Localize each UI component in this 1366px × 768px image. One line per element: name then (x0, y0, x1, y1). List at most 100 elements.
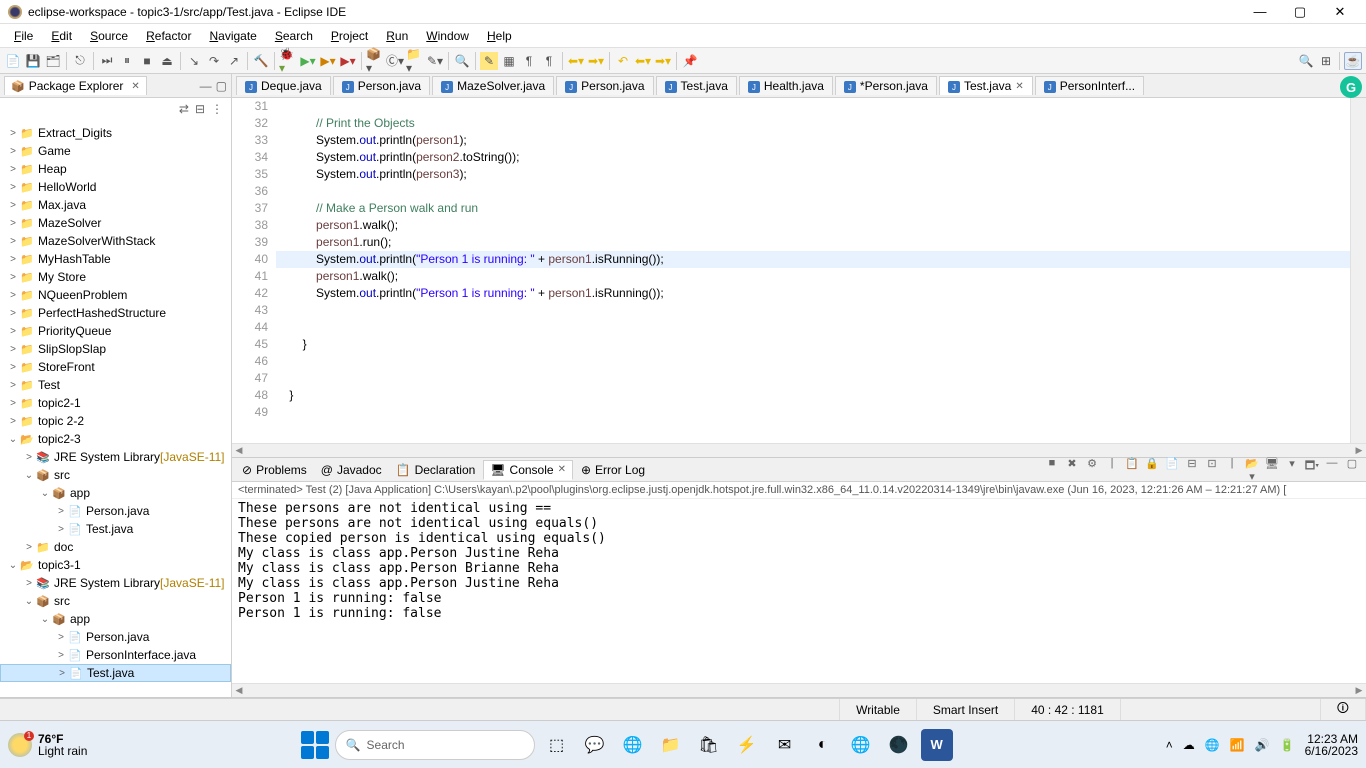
editor-tab[interactable]: Test.java (656, 76, 737, 96)
console-toolbar-button[interactable]: ⊟ (1184, 457, 1200, 483)
tree-item[interactable]: >Person.java (0, 502, 231, 520)
tree-item[interactable]: >topic 2-2 (0, 412, 231, 430)
tree-item[interactable]: >SlipSlopSlap (0, 340, 231, 358)
status-notification-icon[interactable]: 🛈 (1321, 699, 1366, 720)
editor-tab[interactable]: Person.java (333, 76, 430, 96)
link-editor-button[interactable]: ⊟ (195, 102, 205, 116)
language-icon[interactable]: 🌐 (1205, 738, 1220, 752)
volume-icon[interactable]: 🔊 (1255, 738, 1270, 752)
store-button[interactable]: 🛍 (693, 729, 725, 761)
save-all-button[interactable]: 🗂 (44, 52, 62, 70)
app-button-2[interactable]: ◐ (807, 729, 839, 761)
new-folder-button[interactable]: 📁▾ (406, 52, 424, 70)
skip-button[interactable]: ⏭ (98, 52, 116, 70)
editor-body[interactable]: 31323334353637383940414243444546474849 /… (232, 98, 1366, 443)
menu-run[interactable]: Run (378, 27, 416, 45)
new-package-button[interactable]: 📦▾ (366, 52, 384, 70)
tree-item[interactable]: >Test (0, 376, 231, 394)
tree-item[interactable]: >PersonInterface.java (0, 646, 231, 664)
pin-button[interactable]: ¶ (540, 52, 558, 70)
console-toolbar-button[interactable]: ✖ (1064, 457, 1080, 483)
console-toolbar-button[interactable]: ⚙ (1084, 457, 1100, 483)
tree-item[interactable]: >Heap (0, 160, 231, 178)
new-button[interactable]: 📄 (4, 52, 22, 70)
tree-item[interactable]: >topic2-1 (0, 394, 231, 412)
toggle-mark-button[interactable]: ✎ (480, 52, 498, 70)
tree-item[interactable]: >MazeSolver (0, 214, 231, 232)
tree-item[interactable]: ⌄topic3-1 (0, 556, 231, 574)
run-button[interactable]: ▶▾ (299, 52, 317, 70)
package-explorer-tab[interactable]: 📦 Package Explorer ✕ (4, 76, 147, 95)
step-over-button[interactable]: ↷ (205, 52, 223, 70)
tree-item[interactable]: ⌄src (0, 592, 231, 610)
menu-project[interactable]: Project (323, 27, 376, 45)
tree-item[interactable]: >JRE System Library [JavaSE-11] (0, 448, 231, 466)
tree-item[interactable]: >NQueenProblem (0, 286, 231, 304)
start-button[interactable] (301, 731, 329, 759)
tree-item[interactable]: ⌄app (0, 610, 231, 628)
tree-item[interactable]: ⌄src (0, 466, 231, 484)
toggle-block-button[interactable]: ▦ (500, 52, 518, 70)
console-toolbar-button[interactable]: 🖥 (1264, 457, 1280, 483)
view-menu-button[interactable]: ⋮ (211, 102, 223, 116)
console-toolbar-button[interactable]: ▾ (1284, 457, 1300, 483)
stop-button[interactable]: ■ (138, 52, 156, 70)
app-button-1[interactable]: ⚡ (731, 729, 763, 761)
close-icon[interactable]: ✕ (131, 81, 139, 92)
back-button[interactable]: ⬅▾ (634, 52, 652, 70)
tree-item[interactable]: >My Store (0, 268, 231, 286)
prev-annotation-button[interactable]: ⬅▾ (567, 52, 585, 70)
build-button[interactable]: 🔨 (252, 52, 270, 70)
console-toolbar-button[interactable]: ■ (1044, 457, 1060, 483)
project-tree[interactable]: >Extract_Digits>Game>Heap>HelloWorld>Max… (0, 120, 231, 697)
menu-navigate[interactable]: Navigate (201, 27, 264, 45)
edge-button-2[interactable]: 🌐 (845, 729, 877, 761)
editor-tab[interactable]: PersonInterf... (1035, 76, 1144, 96)
close-icon[interactable]: ✕ (558, 464, 566, 475)
open-type-button[interactable]: ✎▾ (426, 52, 444, 70)
menu-window[interactable]: Window (418, 27, 477, 45)
editor-tab[interactable]: Person.java (556, 76, 653, 96)
new-class-button[interactable]: Ⓒ▾ (386, 52, 404, 70)
bottom-tab-error log[interactable]: ⊕Error Log (575, 461, 651, 479)
console-toolbar-button[interactable]: ⊡ (1204, 457, 1220, 483)
tree-item[interactable]: >Max.java (0, 196, 231, 214)
forward-button[interactable]: ➡▾ (654, 52, 672, 70)
bottom-tab-console[interactable]: 🖥Console✕ (483, 460, 573, 480)
console-toolbar-button[interactable]: — (1324, 457, 1340, 483)
close-button[interactable]: ✕ (1328, 4, 1352, 20)
menu-edit[interactable]: Edit (43, 27, 80, 45)
tree-item[interactable]: >MazeSolverWithStack (0, 232, 231, 250)
taskbar-clock[interactable]: 12:23 AM 6/16/2023 (1305, 733, 1358, 757)
quick-access-button[interactable]: 🔍 (1297, 52, 1315, 70)
tray-chevron-icon[interactable]: ˄ (1166, 738, 1173, 752)
disconnect-button[interactable]: ⏏ (158, 52, 176, 70)
overview-ruler[interactable] (1350, 98, 1366, 443)
word-button[interactable]: W (921, 729, 953, 761)
menu-help[interactable]: Help (479, 27, 520, 45)
menu-file[interactable]: File (6, 27, 41, 45)
taskbar-weather[interactable]: 76°F Light rain (8, 733, 87, 757)
console-toolbar-button[interactable]: 🔒 (1144, 457, 1160, 483)
editor-hscrollbar[interactable]: ◀▶ (232, 443, 1366, 457)
console-hscrollbar[interactable]: ◀▶ (232, 683, 1366, 697)
editor-tab[interactable]: *Person.java (835, 76, 937, 96)
tree-item[interactable]: ⌄topic2-3 (0, 430, 231, 448)
tree-item[interactable]: >Game (0, 142, 231, 160)
tree-item[interactable]: >PriorityQueue (0, 322, 231, 340)
editor-tab[interactable]: Test.java✕ (939, 76, 1033, 96)
step-return-button[interactable]: ↗ (225, 52, 243, 70)
menu-refactor[interactable]: Refactor (138, 27, 199, 45)
chat-button[interactable]: 💬 (579, 729, 611, 761)
close-icon[interactable]: ✕ (1015, 81, 1023, 92)
tree-item[interactable]: >JRE System Library [JavaSE-11] (0, 574, 231, 592)
eclipse-button[interactable]: 🌑 (883, 729, 915, 761)
tree-item[interactable]: >HelloWorld (0, 178, 231, 196)
java-perspective-button[interactable]: ☕ (1344, 52, 1362, 70)
mail-button[interactable]: ✉ (769, 729, 801, 761)
coverage-button[interactable]: ▶▾ (319, 52, 337, 70)
tree-item[interactable]: >Person.java (0, 628, 231, 646)
console-toolbar-button[interactable]: 📄 (1164, 457, 1180, 483)
code-area[interactable]: // Print the Objects System.out.println(… (276, 98, 1350, 443)
minimize-view-button[interactable]: — (200, 79, 212, 93)
